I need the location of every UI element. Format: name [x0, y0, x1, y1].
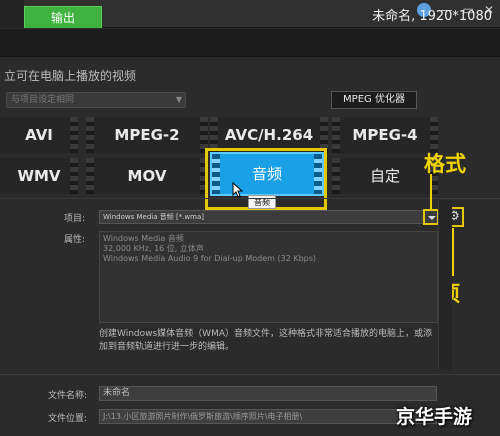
mpeg-optimizer-button[interactable]: MPEG 优化器 [331, 91, 417, 109]
property-line: Windows Media 音频 [103, 234, 184, 243]
file-location-label: 文件位置: [48, 414, 88, 424]
format-custom-button[interactable]: 自定 [332, 158, 438, 194]
section-divider [0, 198, 500, 199]
project-info: 未命名, 1920*1080 [372, 9, 492, 24]
file-name-label: 文件名称: [48, 391, 88, 401]
bottom-divider [0, 374, 500, 375]
property-line: 32,000 KHz, 16 位, 立体声 [103, 244, 204, 253]
mouse-cursor-icon [232, 181, 244, 202]
annotation-format-line [430, 174, 432, 210]
property-line: Windows Media Audio 9 for Dial-up Modem … [103, 254, 317, 263]
format-mov-button[interactable]: MOV [86, 158, 208, 194]
chevron-down-icon [428, 216, 436, 220]
preset-select[interactable]: 与项目设定相同 ▼ [6, 92, 186, 108]
item-select[interactable]: Windows Media 音频 [*.wma] [99, 210, 425, 224]
tab-output[interactable]: 输出 [24, 6, 102, 28]
annotation-options-line [452, 228, 454, 276]
item-label: 项目: [64, 214, 86, 224]
format-avi-button[interactable]: AVI [0, 117, 78, 153]
scrollbar[interactable] [438, 200, 452, 370]
file-name-input[interactable]: 未命名 [99, 386, 437, 401]
format-wmv-button[interactable]: WMV [0, 158, 78, 194]
tab-bar-left-area [0, 0, 24, 28]
project-info-bar [0, 29, 500, 57]
chevron-down-icon: ▼ [175, 95, 182, 104]
properties-box: Windows Media 音频 32,000 KHz, 16 位, 立体声 W… [99, 231, 438, 323]
format-mpeg4-button[interactable]: MPEG-4 [332, 117, 438, 153]
file-location-input[interactable]: J:\13.小区旅游照片制作\俄罗斯旅游\顺序照片\电子相册\ [99, 409, 437, 424]
watermark: 京华手游 [396, 406, 473, 428]
format-mpeg2-button[interactable]: MPEG-2 [86, 117, 208, 153]
format-description: 创建Windows媒体音频（WMA）音频文件，这种格式非常适合播放的电脑上，或添… [99, 329, 432, 352]
item-dropdown-button[interactable] [423, 209, 439, 225]
properties-label: 属性: [64, 235, 86, 245]
preset-select-value: 与项目设定相同 [11, 95, 75, 105]
section-header: 立可在电脑上播放的视频 [4, 69, 137, 83]
